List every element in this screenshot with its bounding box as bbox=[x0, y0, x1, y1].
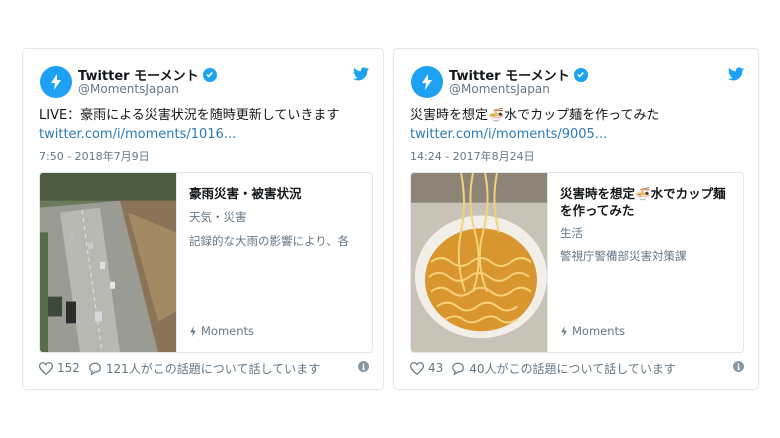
reply-action[interactable]: 40人がこの話題について話しています bbox=[451, 360, 676, 377]
card-moments-label: Moments bbox=[189, 324, 254, 338]
card-category: 生活 bbox=[560, 226, 583, 240]
moments-text: Moments bbox=[201, 324, 255, 338]
card-body[interactable]: 豪雨災害・被害状況 天気・災害 記録的な大雨の影響により、各 Moments bbox=[176, 173, 372, 352]
card-title: 豪雨災害・被害状況 bbox=[189, 186, 302, 201]
tweet-link[interactable]: twitter.com/i/moments/9005... bbox=[410, 127, 607, 142]
speech-bubble-icon bbox=[89, 362, 101, 375]
info-icon[interactable]: i bbox=[733, 361, 744, 372]
verified-badge-icon bbox=[573, 67, 588, 82]
verified-badge-icon bbox=[202, 67, 217, 82]
tweet-actions: 152 121人がこの話題について話しています i bbox=[39, 359, 369, 377]
tweet-text: LIVE：豪雨による災害状況を随時更新していきます bbox=[39, 108, 340, 123]
card-description: 記録的な大雨の影響により、各 bbox=[189, 234, 350, 248]
moments-text: Moments bbox=[572, 324, 626, 338]
moments-avatar[interactable] bbox=[411, 66, 443, 98]
twitter-bird-icon[interactable] bbox=[728, 67, 744, 81]
lightning-bolt-icon bbox=[190, 325, 196, 337]
moment-card[interactable]: 豪雨災害・被害状況 天気・災害 記録的な大雨の影響により、各 Moments bbox=[39, 172, 373, 353]
tweet-text: 災害時を想定🍜水でカップ麺を作ってみた bbox=[410, 108, 660, 123]
moments-avatar[interactable] bbox=[40, 66, 72, 98]
info-icon[interactable]: i bbox=[358, 361, 369, 372]
heart-icon bbox=[410, 361, 424, 375]
card-title: 災害時を想定🍜水でカップ麺を作ってみた bbox=[560, 186, 726, 218]
tweet-date[interactable]: 14:24 - 2017年8月24日 bbox=[410, 148, 535, 164]
tweet-date[interactable]: 7:50 - 2018年7月9日 bbox=[39, 148, 150, 164]
tweet-actions: 43 40人がこの話題について話しています i bbox=[410, 359, 744, 377]
twitter-bird-icon[interactable] bbox=[353, 67, 369, 81]
card-body[interactable]: 災害時を想定🍜水でカップ麺を作ってみた 生活 警視庁警備部災害対策課 Momen… bbox=[547, 173, 743, 352]
like-count: 43 bbox=[428, 361, 444, 375]
tweet-card-2[interactable]: Twitter モーメント @MomentsJapan 災害時を想定🍜水でカップ… bbox=[393, 48, 759, 390]
conversation-text: 40人がこの話題について話しています bbox=[469, 361, 676, 376]
moment-card[interactable]: 災害時を想定🍜水でカップ麺を作ってみた 生活 警視庁警備部災害対策課 Momen… bbox=[410, 172, 744, 353]
lightning-bolt-icon bbox=[422, 74, 432, 90]
like-action[interactable]: 152 bbox=[39, 361, 80, 375]
lightning-bolt-icon bbox=[51, 74, 61, 90]
card-moments-label: Moments bbox=[560, 324, 625, 338]
heart-icon bbox=[39, 361, 53, 375]
speech-bubble-icon bbox=[452, 362, 465, 375]
tweet-link[interactable]: twitter.com/i/moments/1016... bbox=[39, 127, 236, 142]
reply-action[interactable]: 121人がこの話題について話しています bbox=[88, 360, 320, 377]
card-description: 警視庁警備部災害対策課 bbox=[560, 249, 687, 263]
conversation-text: 121人がこの話題について話しています bbox=[105, 361, 321, 376]
cup-noodle-image bbox=[411, 173, 547, 352]
tweet-card-1[interactable]: Twitter モーメント @MomentsJapan LIVE：豪雨による災害… bbox=[22, 48, 384, 390]
account-handle[interactable]: @MomentsJapan bbox=[78, 82, 179, 96]
like-action[interactable]: 43 bbox=[410, 361, 443, 375]
like-count: 152 bbox=[57, 361, 80, 375]
card-category: 天気・災害 bbox=[189, 210, 247, 224]
lightning-bolt-icon bbox=[561, 325, 567, 337]
account-handle[interactable]: @MomentsJapan bbox=[449, 82, 550, 96]
highway-landslide-image bbox=[40, 173, 176, 352]
